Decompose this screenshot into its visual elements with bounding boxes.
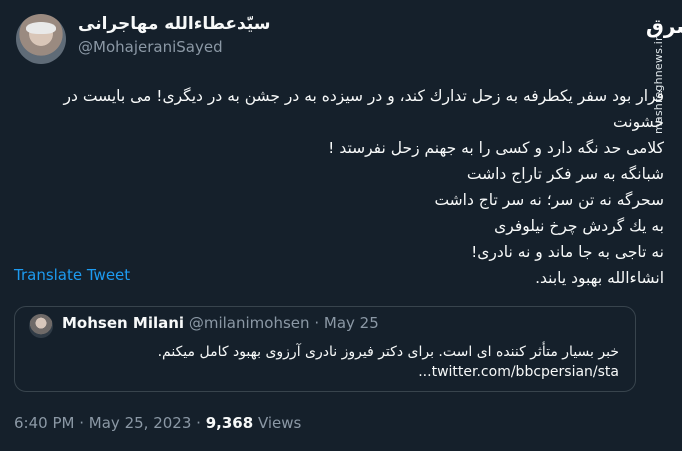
quote-author-handle[interactable]: @milanimohsen xyxy=(189,314,310,332)
mashregh-logo: مشرق xyxy=(646,14,682,38)
translate-tweet-link[interactable]: Translate Tweet xyxy=(14,266,130,284)
tweet-line-3: شبانگه به سر فکر تاراج داشت xyxy=(466,165,664,183)
tweet-line-6: نه تاجی به جا ماند و نه نادری! xyxy=(471,243,664,261)
footer-separator-2: · xyxy=(196,414,201,432)
quote-author-name[interactable]: Mohsen Milani xyxy=(62,314,184,332)
tweet-date[interactable]: May 25, 2023 xyxy=(89,414,192,432)
tweet-line-2: کلامی حد نگه دارد و کسی را به جهنم زحل ن… xyxy=(328,139,664,157)
quote-date[interactable]: May 25 xyxy=(324,314,379,332)
tweet-footer: 6:40 PM · May 25, 2023 · 9,368 Views xyxy=(14,414,301,432)
quote-avatar[interactable] xyxy=(29,314,53,338)
quoted-tweet-card[interactable]: Mohsen Milani @milanimohsen · May 25 خبر… xyxy=(14,306,636,392)
avatar[interactable] xyxy=(16,14,66,64)
quote-header: Mohsen Milani @milanimohsen · May 25 xyxy=(62,314,379,332)
tweet-line-1: قرار بود سفر یکطرفه به زحل تدارك کند، و … xyxy=(63,87,665,131)
tweet-body: قرار بود سفر یکطرفه به زحل تدارك کند، و … xyxy=(14,83,665,291)
quote-body: خبر بسیار متأثر کننده ای است. برای دکتر … xyxy=(23,342,619,382)
tweet-line-5: به یك گردش چرخ نیلوفری xyxy=(494,217,664,235)
display-name[interactable]: سیّدعطاءالله مهاجرانی xyxy=(78,14,270,34)
tweet-time[interactable]: 6:40 PM xyxy=(14,414,74,432)
user-handle[interactable]: @MohajeraniSayed xyxy=(78,38,223,56)
footer-separator-1: · xyxy=(79,414,85,432)
tweet-line-4: سحرگه نه تن سر؛ نه سر تاج داشت xyxy=(434,191,664,209)
views-label: Views xyxy=(257,414,302,432)
quote-text: خبر بسیار متأثر کننده ای است. برای دکتر … xyxy=(157,344,619,360)
quote-separator: · xyxy=(314,314,320,332)
quote-link[interactable]: twitter.com/bbcpersian/sta... xyxy=(23,362,619,382)
views-count[interactable]: 9,368 xyxy=(206,414,253,432)
